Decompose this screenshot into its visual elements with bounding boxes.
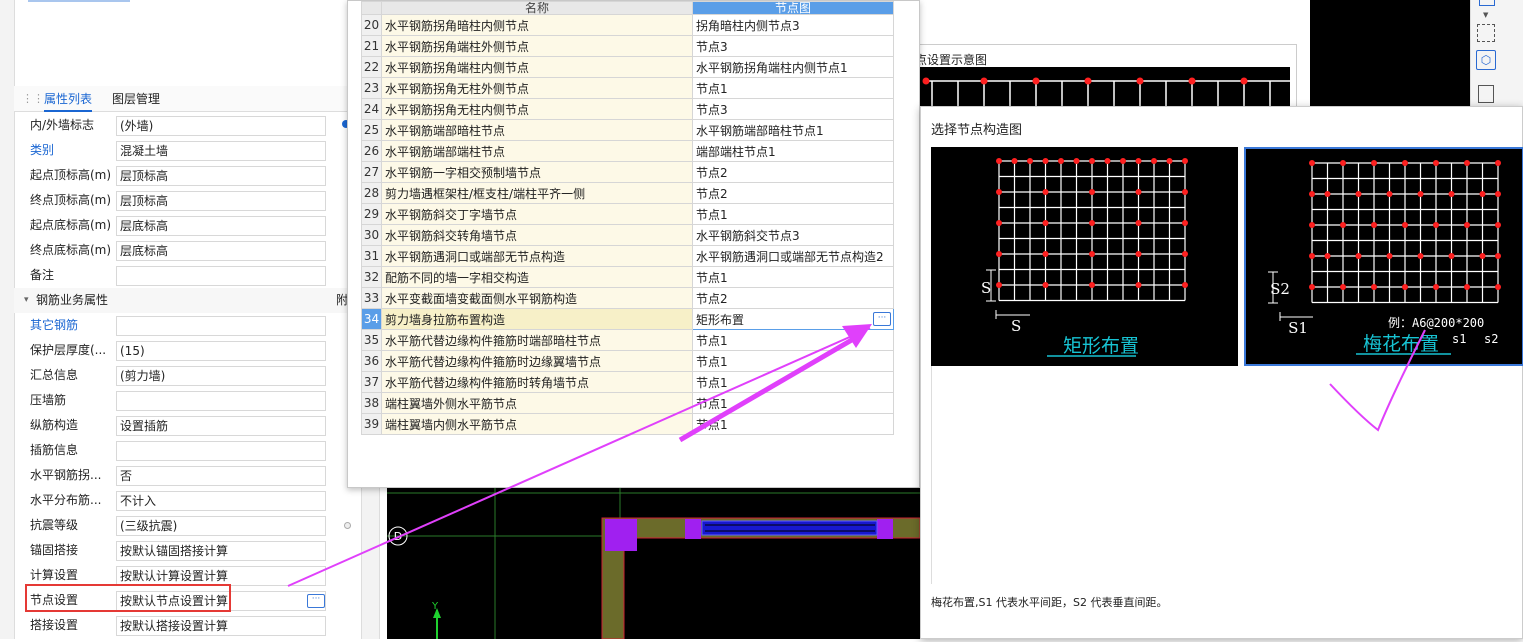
annotation-overlay bbox=[287, 324, 1426, 587]
